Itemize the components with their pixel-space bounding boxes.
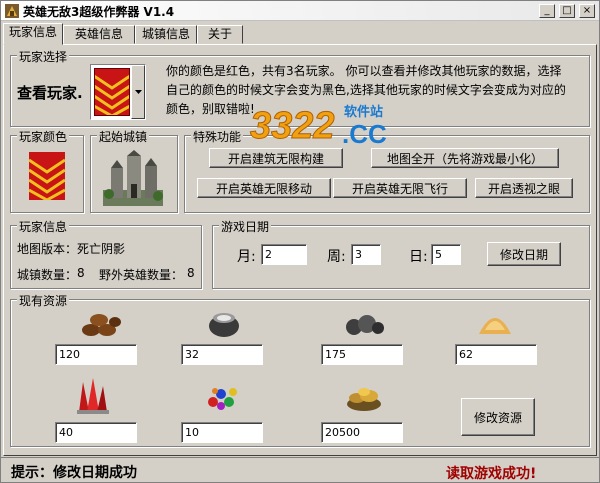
player-dropdown[interactable] [90,64,146,120]
window-title: 英雄无敌3超级作弊器 V1.4 [23,5,175,19]
crystal-input[interactable]: 40 [55,422,137,443]
maximize-button[interactable]: □ [559,4,575,18]
modify-date-button[interactable]: 修改日期 [487,242,561,266]
description-line-3: 颜色，别取错啦! [166,102,255,116]
sulfur-icon [479,318,511,334]
chevron-down-icon [135,90,142,94]
day-input[interactable]: 5 [431,244,461,265]
dropdown-arrow-button[interactable] [131,65,145,119]
wild-heroes-value: 8 [187,266,195,280]
player-select-group: 玩家选择 查看玩家. 你的颜色是红色，共有3名玩家。 你可以查看并修改其他玩家的… [10,48,590,127]
tab-panel: 玩家选择 查看玩家. 你的颜色是红色，共有3名玩家。 你可以查看并修改其他玩家的… [3,44,597,456]
main-window: 英雄无敌3超级作弊器 V1.4 _ □ × 玩家信息 英雄信息 城镇信息 关于 … [0,0,600,483]
week-input[interactable]: 3 [351,244,381,265]
sulfur-input[interactable]: 62 [455,344,537,365]
gems-icon [208,388,237,410]
map-version-value: 死亡阴影 [77,242,126,256]
map-version-label: 地图版本： [17,242,78,256]
gold-icon [347,388,381,411]
wild-heroes-label: 野外英雄数量： [99,268,184,282]
player-info-group: 玩家信息 地图版本： 死亡阴影 城镇数量： 8 野外英雄数量： 8 [10,218,202,289]
gems-input[interactable]: 10 [181,422,263,443]
special-functions-title: 特殊功能 [191,128,244,145]
resources-group: 现有资源 120 32 175 62 40 10 20500 修改资源 [10,292,590,447]
mercury-input[interactable]: 32 [181,344,263,365]
start-castle-group: 起始城镇 [90,128,178,213]
description-line-2: 自己的颜色的时候文字会变为黑色,选择其他玩家的时候文字会变成为对应的 [166,83,566,97]
wood-icon [82,314,121,336]
ore-icon [346,315,384,335]
tab-town-info[interactable]: 城镇信息 [135,25,197,44]
day-label: 日: [409,249,428,265]
see-through-eye-button[interactable]: 开启透视之眼 [475,178,573,198]
red-flag-icon [94,68,130,116]
start-castle-title: 起始城镇 [97,128,150,145]
status-hint: 提示：修改日期成功 [11,465,137,481]
week-label: 周: [327,249,346,265]
special-functions-group: 特殊功能 开启建筑无限构建 地图全开（先将游戏最小化） 开启英雄无限移动 开启英… [184,128,590,213]
player-select-title: 玩家选择 [17,48,70,65]
month-input[interactable]: 2 [261,244,307,265]
app-icon [5,4,19,18]
modify-resources-button[interactable]: 修改资源 [461,398,535,436]
tab-player-info[interactable]: 玩家信息 [3,23,63,45]
description-line-1: 你的颜色是红色，共有3名玩家。 你可以查看并修改其他玩家的数据，选择 [166,64,562,78]
title-bar: 英雄无敌3超级作弊器 V1.4 _ □ × [1,1,599,21]
player-flag-icon [29,152,65,200]
towns-value: 8 [77,266,85,280]
status-load: 读取游戏成功! [446,466,537,482]
resources-title: 现有资源 [17,292,70,309]
wood-input[interactable]: 120 [55,344,137,365]
ore-input[interactable]: 175 [321,344,403,365]
minimize-button[interactable]: _ [539,4,555,18]
player-info-title: 玩家信息 [17,218,70,235]
player-color-group: 玩家颜色 [10,128,84,213]
tab-about[interactable]: 关于 [197,25,243,44]
gold-input[interactable]: 20500 [321,422,403,443]
month-label: 月: [237,249,256,265]
unlimited-move-button[interactable]: 开启英雄无限移动 [197,178,331,198]
game-date-title: 游戏日期 [219,218,272,235]
tab-hero-info[interactable]: 英雄信息 [63,25,135,44]
player-color-title: 玩家颜色 [17,128,70,145]
view-player-label: 查看玩家. [17,84,83,102]
close-button[interactable]: × [579,4,595,18]
crystal-icon [77,378,109,414]
unlimited-build-button[interactable]: 开启建筑无限构建 [209,148,343,168]
game-date-group: 游戏日期 月: 2 周: 3 日: 5 修改日期 [212,218,590,289]
mercury-icon [209,313,239,337]
unlimited-fly-button[interactable]: 开启英雄无限飞行 [333,178,467,198]
towns-label: 城镇数量： [17,268,78,282]
castle-icon [103,150,163,206]
status-bar: 提示：修改日期成功 读取游戏成功! [1,457,599,483]
reveal-map-button[interactable]: 地图全开（先将游戏最小化） [371,148,559,168]
